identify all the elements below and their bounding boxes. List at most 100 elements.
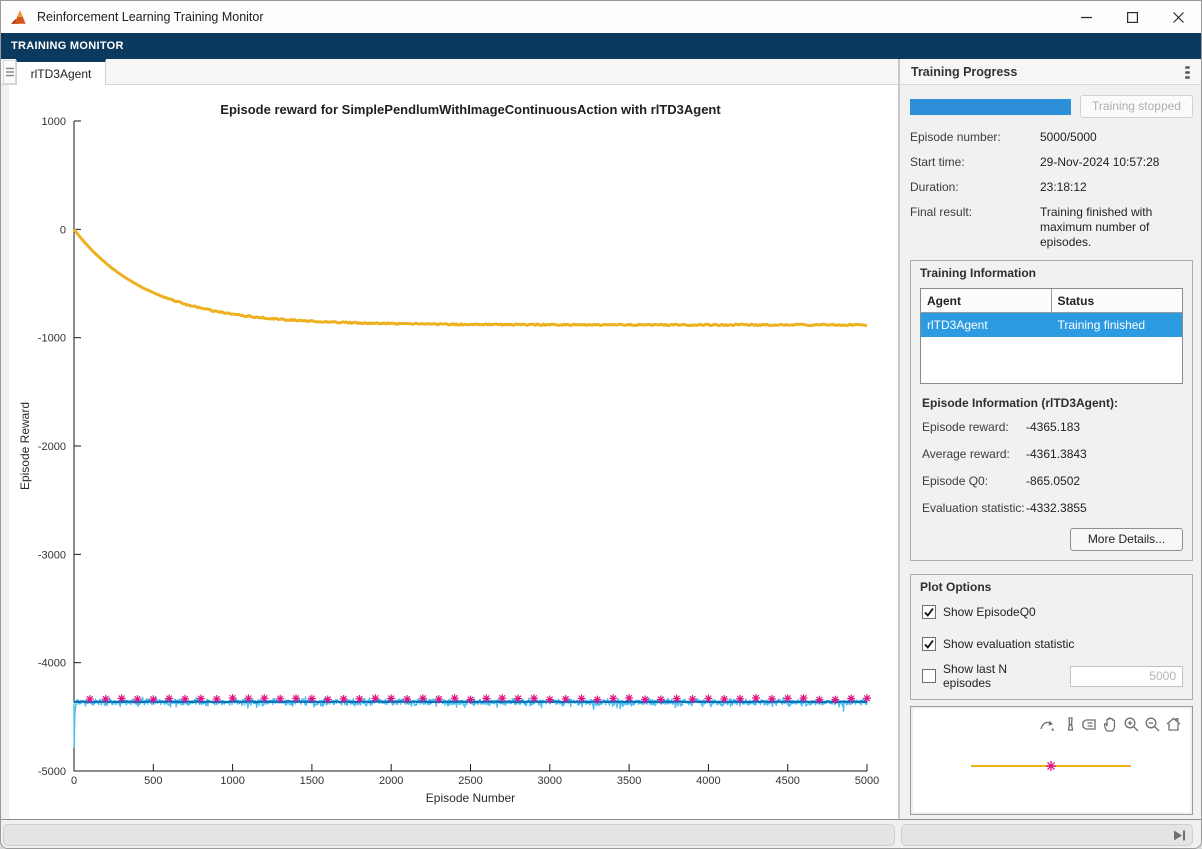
app-window: Reinforcement Learning Training Monitor … bbox=[0, 0, 1202, 849]
agent-status-table: Agent Status rlTD3Agent Training finishe… bbox=[920, 288, 1183, 384]
field-label: Start time: bbox=[910, 155, 965, 169]
training-stopped-button[interactable]: Training stopped bbox=[1080, 95, 1193, 118]
document-tab-strip: rlTD3Agent Training Progress bbox=[1, 59, 1201, 85]
skip-to-end-icon bbox=[1174, 830, 1185, 840]
close-button[interactable] bbox=[1155, 1, 1201, 33]
checkbox-label: Show EpisodeQ0 bbox=[943, 605, 1036, 619]
field-value: 5000/5000 bbox=[1040, 130, 1097, 144]
expand-panel-button[interactable] bbox=[1168, 825, 1192, 845]
training-information-box: Training Information Agent Status rlTD3A… bbox=[910, 260, 1193, 561]
field-value: Training finished with maximum number of… bbox=[1040, 205, 1153, 249]
column-header-agent: Agent bbox=[921, 289, 1052, 312]
brush-icon[interactable] bbox=[1058, 715, 1079, 734]
stat-value: -4365.183 bbox=[1026, 420, 1081, 434]
plot-options-box: Plot Options Show EpisodeQ0 Show evaluat… bbox=[910, 574, 1193, 700]
svg-text:0: 0 bbox=[60, 224, 66, 236]
table-header-row: Agent Status bbox=[921, 289, 1182, 313]
axes-toolbar bbox=[1037, 715, 1184, 734]
stat-evaluation-statistic: Evaluation statistic: -4332.3855 bbox=[922, 501, 1183, 515]
training-progress-panel: Training stopped Episode number: 5000/50… bbox=[900, 85, 1201, 819]
last-n-episodes-input[interactable] bbox=[1070, 665, 1183, 687]
svg-text:2500: 2500 bbox=[458, 775, 482, 787]
document-bar-button[interactable] bbox=[3, 60, 16, 84]
svg-text:Episode reward for SimplePendl: Episode reward for SimplePendlumWithImag… bbox=[220, 102, 721, 117]
minimize-icon bbox=[1080, 16, 1092, 18]
episode-information-title: Episode Information (rlTD3Agent): bbox=[922, 396, 1118, 410]
overview-plot-box bbox=[910, 706, 1193, 815]
svg-text:1500: 1500 bbox=[300, 775, 324, 787]
zoom-in-icon[interactable] bbox=[1121, 715, 1142, 734]
field-value: 23:18:12 bbox=[1040, 180, 1087, 194]
toolstrip: TRAINING MONITOR bbox=[1, 33, 1201, 59]
window-title: Reinforcement Learning Training Monitor bbox=[37, 10, 264, 24]
datatips-icon[interactable] bbox=[1079, 715, 1100, 734]
training-progress-header: Training Progress bbox=[900, 59, 1201, 85]
svg-text:5000: 5000 bbox=[855, 775, 879, 787]
reward-chart[interactable]: -5000 -4000 -3000 -2000 -1000 0 1000 0 500 1000 15… bbox=[9, 85, 898, 819]
check-icon bbox=[924, 607, 934, 617]
training-information-title: Training Information bbox=[920, 266, 1036, 280]
checkbox-show-last-n-episodes[interactable]: Show last N episodes bbox=[922, 662, 1183, 690]
stat-episode-q0: Episode Q0: -865.0502 bbox=[922, 474, 1183, 488]
field-label: Final result: bbox=[910, 205, 973, 219]
checkbox[interactable] bbox=[922, 605, 936, 619]
figure-area: -5000 -4000 -3000 -2000 -1000 0 1000 0 500 1000 15… bbox=[1, 85, 898, 819]
status-cell: Training finished bbox=[1057, 318, 1146, 332]
field-duration: Duration: 23:18:12 bbox=[910, 180, 1193, 195]
agent-cell: rlTD3Agent bbox=[927, 318, 988, 332]
svg-text:Episode Reward: Episode Reward bbox=[18, 402, 32, 490]
panel-menu-icon bbox=[1186, 65, 1190, 79]
stat-value: -4361.3843 bbox=[1026, 447, 1087, 461]
checkbox[interactable] bbox=[922, 637, 936, 651]
panel-horizontal-scrollbar[interactable] bbox=[901, 824, 1193, 846]
maximize-button[interactable] bbox=[1109, 1, 1155, 33]
checkbox-label: Show evaluation statistic bbox=[943, 637, 1075, 651]
checkbox[interactable] bbox=[922, 669, 936, 683]
svg-text:-3000: -3000 bbox=[38, 549, 66, 561]
svg-text:4500: 4500 bbox=[775, 775, 799, 787]
checkbox-label: Show last N episodes bbox=[943, 662, 1008, 690]
pan-icon[interactable] bbox=[1100, 715, 1121, 734]
tab-training-monitor[interactable]: TRAINING MONITOR bbox=[1, 40, 134, 52]
restore-view-icon[interactable] bbox=[1163, 715, 1184, 734]
column-header-status: Status bbox=[1057, 294, 1095, 308]
checkbox-show-episodeq0[interactable]: Show EpisodeQ0 bbox=[922, 604, 1183, 620]
stat-episode-reward: Episode reward: -4365.183 bbox=[922, 420, 1183, 434]
svg-text:-5000: -5000 bbox=[38, 766, 66, 778]
minimize-button[interactable] bbox=[1063, 1, 1109, 33]
panel-title: Training Progress bbox=[911, 65, 1018, 79]
tab-rltd3agent[interactable]: rlTD3Agent bbox=[16, 59, 106, 85]
check-icon bbox=[924, 639, 934, 649]
stat-value: -4332.3855 bbox=[1026, 501, 1087, 515]
svg-text:-4000: -4000 bbox=[38, 658, 66, 670]
field-label: Duration: bbox=[910, 180, 959, 194]
table-row[interactable]: rlTD3Agent Training finished bbox=[921, 313, 1182, 337]
stat-label: Episode Q0: bbox=[922, 474, 989, 488]
figure-horizontal-scrollbar[interactable] bbox=[3, 824, 895, 846]
plot-options-title: Plot Options bbox=[920, 580, 992, 594]
bottom-scroll-area bbox=[1, 819, 1201, 848]
svg-text:1000: 1000 bbox=[220, 775, 244, 787]
maximize-icon bbox=[1126, 11, 1138, 23]
checkbox-show-evaluation-statistic[interactable]: Show evaluation statistic bbox=[922, 636, 1183, 652]
stat-label: Evaluation statistic: bbox=[922, 501, 1025, 515]
svg-text:-1000: -1000 bbox=[38, 333, 66, 345]
training-progress-bar bbox=[910, 98, 1071, 115]
panel-menu-button[interactable] bbox=[1177, 61, 1199, 83]
more-details-button[interactable]: More Details... bbox=[1070, 528, 1183, 551]
svg-text:Episode Number: Episode Number bbox=[426, 791, 515, 805]
svg-text:-2000: -2000 bbox=[38, 441, 66, 453]
svg-text:4000: 4000 bbox=[696, 775, 720, 787]
export-icon[interactable] bbox=[1037, 715, 1058, 734]
matlab-logo-icon bbox=[11, 10, 26, 24]
document-bar-icon bbox=[5, 67, 14, 77]
svg-text:2000: 2000 bbox=[379, 775, 403, 787]
tab-label: rlTD3Agent bbox=[30, 66, 92, 81]
svg-text:3000: 3000 bbox=[538, 775, 562, 787]
zoom-out-icon[interactable] bbox=[1142, 715, 1163, 734]
field-episode-number: Episode number: 5000/5000 bbox=[910, 130, 1193, 145]
svg-text:0: 0 bbox=[71, 775, 77, 787]
stat-value: -865.0502 bbox=[1026, 474, 1081, 488]
title-bar: Reinforcement Learning Training Monitor bbox=[1, 1, 1201, 33]
svg-text:3500: 3500 bbox=[617, 775, 641, 787]
